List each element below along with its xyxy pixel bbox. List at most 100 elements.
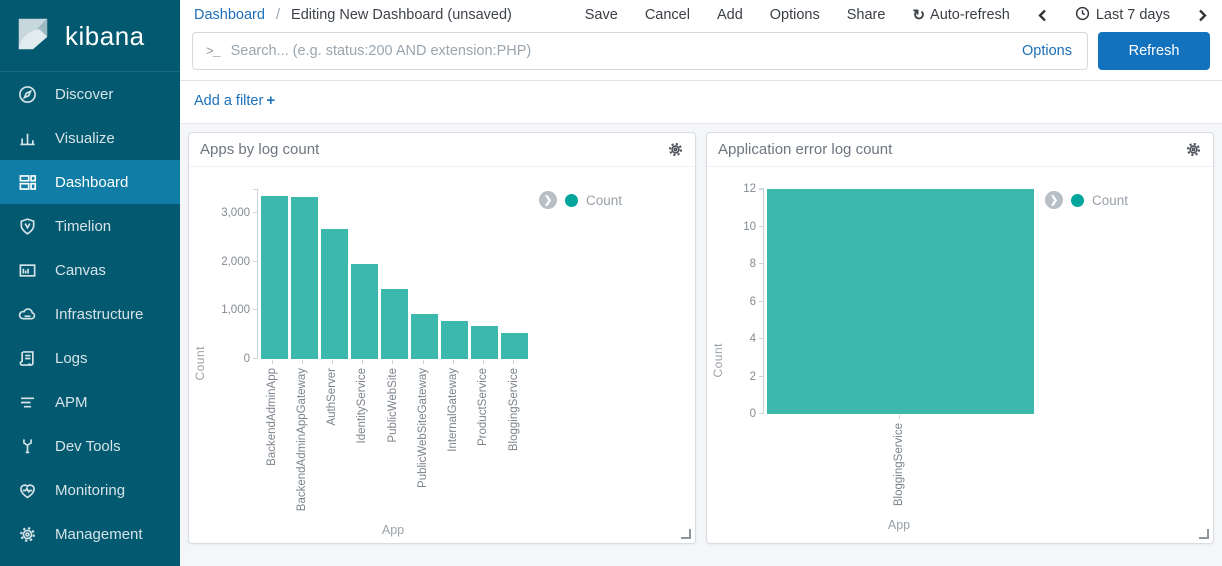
- x-tick-cell: BackendAdminApp: [257, 360, 287, 511]
- sidebar-item-label: Visualize: [55, 130, 115, 147]
- sidebar-item-management[interactable]: Management: [0, 512, 180, 556]
- add-button[interactable]: Add: [717, 7, 743, 23]
- x-axis-tick-labels: BackendAdminAppBackendAdminAppGatewayAut…: [257, 359, 529, 511]
- panel-gear-icon[interactable]: [1185, 141, 1202, 158]
- x-tick-label: PublicWebSite: [387, 368, 400, 443]
- bar-chart: Count 024681012 BloggingService App ❯ Co…: [707, 167, 1213, 532]
- legend-series-dot-icon: [1071, 194, 1084, 207]
- sidebar-item-label: Infrastructure: [55, 306, 143, 323]
- legend-chevron-right-icon[interactable]: ❯: [539, 191, 557, 209]
- share-button[interactable]: Share: [847, 7, 886, 23]
- sidebar-item-infrastructure[interactable]: Infrastructure: [0, 292, 180, 336]
- bar-BloggingService[interactable]: [767, 189, 1034, 414]
- filter-bar: Add a filter+: [180, 81, 1222, 124]
- breadcrumb: Dashboard / Editing New Dashboard (unsav…: [194, 7, 512, 23]
- breadcrumb-dashboard-link[interactable]: Dashboard: [194, 7, 265, 23]
- x-tick-mark: [483, 360, 484, 364]
- panel-header: Application error log count: [707, 133, 1213, 167]
- auto-refresh-button[interactable]: ↻ Auto-refresh: [912, 6, 1009, 24]
- gear-icon: [17, 524, 37, 544]
- bar-PublicWebSite[interactable]: [381, 289, 408, 359]
- panel-resize-handle-icon[interactable]: [1199, 529, 1209, 539]
- panel-resize-handle-icon[interactable]: [681, 529, 691, 539]
- bar-ProductService[interactable]: [471, 326, 498, 359]
- panel-gear-icon[interactable]: [667, 141, 684, 158]
- wrench-icon: [17, 436, 37, 456]
- refresh-button[interactable]: Refresh: [1098, 32, 1210, 70]
- y-tick-label: 1,000: [221, 304, 250, 316]
- sidebar-item-discover[interactable]: Discover: [0, 72, 180, 116]
- y-tick-mark: [253, 212, 258, 213]
- x-tick-mark: [302, 360, 303, 364]
- search-box: >_ Options: [192, 32, 1088, 70]
- x-tick-cell: IdentityService: [348, 360, 378, 511]
- legend-series-label[interactable]: Count: [1092, 193, 1128, 208]
- legend-chevron-right-icon[interactable]: ❯: [1045, 191, 1063, 209]
- sidebar-item-label: APM: [55, 394, 88, 411]
- y-tick-mark: [759, 301, 764, 302]
- y-axis-title: Count: [193, 346, 207, 381]
- breadcrumb-current: Editing New Dashboard (unsaved): [291, 7, 512, 23]
- time-back-chevron-left-icon[interactable]: [1037, 8, 1048, 23]
- scroll-icon: [17, 348, 37, 368]
- y-tick-label: 3,000: [221, 207, 250, 219]
- x-tick-mark: [423, 360, 424, 364]
- frame-icon: [17, 260, 37, 280]
- legend-series-label[interactable]: Count: [586, 193, 622, 208]
- sidebar-item-dashboard[interactable]: Dashboard: [0, 160, 180, 204]
- cancel-button[interactable]: Cancel: [645, 7, 690, 23]
- save-button[interactable]: Save: [585, 7, 618, 23]
- sidebar-item-visualize[interactable]: Visualize: [0, 116, 180, 160]
- y-tick-mark: [759, 263, 764, 264]
- panel-application-error-log-count: Application error log count Count 024681…: [706, 132, 1214, 544]
- x-tick-mark: [453, 360, 454, 364]
- bar-BackendAdminAppGateway[interactable]: [291, 197, 318, 359]
- legend-series-dot-icon: [565, 194, 578, 207]
- lines-icon: [17, 392, 37, 412]
- breadcrumb-separator: /: [276, 7, 280, 23]
- x-tick-cell: BloggingService: [499, 360, 529, 511]
- x-axis-tick-labels: BloggingService: [763, 414, 1035, 506]
- bar-chart: Count 01,0002,0003,000 BackendAdminAppBa…: [189, 167, 695, 537]
- x-tick-cell: ProductService: [469, 360, 499, 511]
- x-tick-mark: [513, 360, 514, 364]
- kibana-logo[interactable]: kibana: [0, 0, 180, 72]
- y-tick-label: 6: [750, 296, 756, 308]
- y-tick-label: 0: [750, 408, 756, 420]
- y-tick-mark: [253, 358, 258, 359]
- sidebar-item-label: Management: [55, 526, 143, 543]
- time-range-picker[interactable]: Last 7 days: [1075, 6, 1170, 25]
- x-tick-mark: [899, 415, 900, 419]
- time-forward-chevron-right-icon[interactable]: [1197, 8, 1208, 23]
- y-tick-mark: [759, 338, 764, 339]
- x-tick-label: BloggingService: [508, 368, 521, 451]
- bar-BloggingService[interactable]: [501, 333, 528, 359]
- bar-BackendAdminApp[interactable]: [261, 196, 288, 359]
- sidebar-item-logs[interactable]: Logs: [0, 336, 180, 380]
- y-tick-label: 12: [743, 183, 756, 195]
- y-tick-label: 2: [750, 371, 756, 383]
- query-options-link[interactable]: Options: [1022, 43, 1074, 59]
- sidebar-item-monitoring[interactable]: Monitoring: [0, 468, 180, 512]
- sidebar-item-label: Dashboard: [55, 174, 128, 191]
- options-menu-button[interactable]: Options: [770, 7, 820, 23]
- sidebar-item-dev-tools[interactable]: Dev Tools: [0, 424, 180, 468]
- sidebar: kibana Discover Visualize Dashboard Time…: [0, 0, 180, 566]
- clock-icon: [1075, 6, 1090, 25]
- sidebar-item-label: Timelion: [55, 218, 111, 235]
- sidebar-item-canvas[interactable]: Canvas: [0, 248, 180, 292]
- shield-icon: [17, 216, 37, 236]
- panel-title: Application error log count: [718, 141, 892, 158]
- bar-AuthServer[interactable]: [321, 229, 348, 359]
- plot-area: [763, 189, 1035, 414]
- sidebar-item-timelion[interactable]: Timelion: [0, 204, 180, 248]
- y-tick-label: 10: [743, 221, 756, 233]
- y-axis-title: Count: [711, 343, 725, 378]
- bar-PublicWebSiteGateway[interactable]: [411, 314, 438, 359]
- add-filter-link[interactable]: Add a filter+: [194, 93, 275, 109]
- sidebar-item-apm[interactable]: APM: [0, 380, 180, 424]
- sidebar-item-label: Monitoring: [55, 482, 125, 499]
- bar-IdentityService[interactable]: [351, 264, 378, 359]
- bar-InternalGateway[interactable]: [441, 321, 468, 359]
- search-input[interactable]: [231, 43, 1011, 59]
